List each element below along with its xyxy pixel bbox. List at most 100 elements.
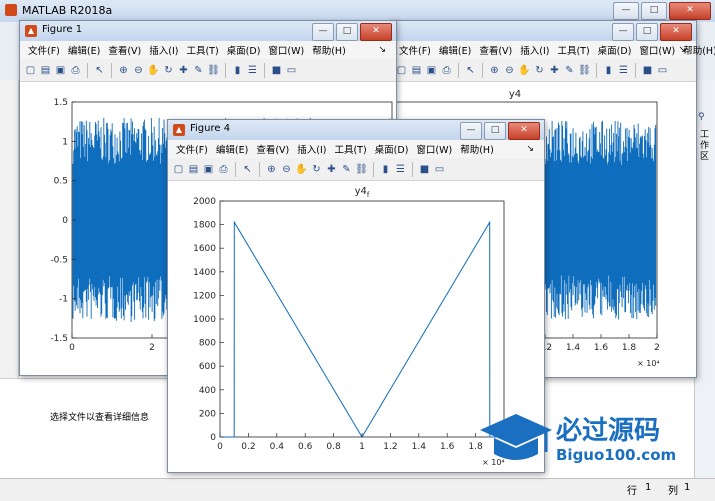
dock-icon[interactable]: ↘ <box>374 43 390 57</box>
open-icon[interactable]: ▤ <box>410 64 423 77</box>
data-cursor-icon[interactable]: ✚ <box>177 64 190 77</box>
menu-item[interactable]: 窗口(W) <box>412 140 456 158</box>
menu-item[interactable]: 桌面(D) <box>371 140 413 158</box>
link-icon[interactable]: ⛓ <box>578 64 591 77</box>
maximize-button[interactable]: □ <box>641 2 667 20</box>
hide-plot-tools-icon[interactable]: ■ <box>270 64 283 77</box>
brush-icon[interactable]: ✎ <box>563 64 576 77</box>
menu-item[interactable]: 桌面(D) <box>223 41 265 59</box>
search-icon[interactable]: ⚲ <box>698 112 712 124</box>
pointer-icon[interactable]: ↖ <box>93 64 106 77</box>
print-icon[interactable]: ⎙ <box>440 64 453 77</box>
menu-item[interactable]: 编辑(E) <box>64 41 104 59</box>
graduation-cap-icon <box>480 414 552 460</box>
minimize-button[interactable]: — <box>460 122 482 140</box>
legend-icon[interactable]: ☰ <box>617 64 630 77</box>
dock-icon[interactable]: ↘ <box>522 142 538 156</box>
brush-icon[interactable]: ✎ <box>192 64 205 77</box>
pointer-icon[interactable]: ↖ <box>241 163 254 176</box>
toolbar-separator <box>373 161 374 177</box>
menu-item[interactable]: 文件(F) <box>395 41 435 59</box>
link-icon[interactable]: ⛓ <box>355 163 368 176</box>
brush-icon[interactable]: ✎ <box>340 163 353 176</box>
zoom-out-icon[interactable]: ⊖ <box>132 64 145 77</box>
x-tick-label: 0.4 <box>270 442 285 452</box>
rotate-icon[interactable]: ↻ <box>533 64 546 77</box>
x-tick-label: 2 <box>654 343 660 353</box>
print-icon[interactable]: ⎙ <box>69 64 82 77</box>
menu-item[interactable]: 文件(F) <box>172 140 212 158</box>
close-button[interactable]: ✕ <box>360 23 392 41</box>
open-icon[interactable]: ▤ <box>39 64 52 77</box>
y-tick-label: 1 <box>62 137 68 147</box>
colorbar-icon[interactable]: ▮ <box>379 163 392 176</box>
workspace-panel[interactable]: ⚲ 工作区 <box>694 80 715 480</box>
print-icon[interactable]: ⎙ <box>217 163 230 176</box>
close-button[interactable]: ✕ <box>660 23 692 41</box>
menu-item[interactable]: 窗口(W) <box>635 41 679 59</box>
maximize-button[interactable]: □ <box>336 23 358 41</box>
menu-item[interactable]: 查看(V) <box>475 41 516 59</box>
menu-item[interactable]: 工具(T) <box>330 140 370 158</box>
figure-1-title: Figure 1 <box>42 24 83 35</box>
open-icon[interactable]: ▤ <box>187 163 200 176</box>
colorbar-icon[interactable]: ▮ <box>231 64 244 77</box>
minimize-button[interactable]: — <box>612 23 634 41</box>
figure-4-titlebar: ▲ Figure 4 — □ ✕ <box>168 120 544 140</box>
save-icon[interactable]: ▣ <box>425 64 438 77</box>
maximize-button[interactable]: □ <box>484 122 506 140</box>
plot-area <box>219 200 505 438</box>
menu-item[interactable]: 编辑(E) <box>212 140 252 158</box>
show-plot-tools-icon[interactable]: ▭ <box>656 64 669 77</box>
menu-item[interactable]: 帮助(H) <box>308 41 350 59</box>
legend-icon[interactable]: ☰ <box>246 64 259 77</box>
menu-item[interactable]: 插入(I) <box>516 41 553 59</box>
save-icon[interactable]: ▣ <box>202 163 215 176</box>
pan-icon[interactable]: ✋ <box>295 163 308 176</box>
zoom-in-icon[interactable]: ⊕ <box>488 64 501 77</box>
pan-icon[interactable]: ✋ <box>147 64 160 77</box>
menu-item[interactable]: 窗口(W) <box>264 41 308 59</box>
data-cursor-icon[interactable]: ✚ <box>325 163 338 176</box>
zoom-out-icon[interactable]: ⊖ <box>503 64 516 77</box>
pointer-icon[interactable]: ↖ <box>464 64 477 77</box>
menu-item[interactable]: 查看(V) <box>104 41 145 59</box>
hide-plot-tools-icon[interactable]: ■ <box>641 64 654 77</box>
maximize-button[interactable]: □ <box>636 23 658 41</box>
x-tick-label: 0 <box>217 442 223 452</box>
dock-icon[interactable]: ↘ <box>674 43 690 57</box>
zoom-in-icon[interactable]: ⊕ <box>265 163 278 176</box>
hide-plot-tools-icon[interactable]: ■ <box>418 163 431 176</box>
zoom-out-icon[interactable]: ⊖ <box>280 163 293 176</box>
menu-item[interactable]: 插入(I) <box>293 140 330 158</box>
menu-item[interactable]: 查看(V) <box>252 140 293 158</box>
figure-4-toolbar: ▢ ▤ ▣ ⎙ ↖ ⊕ ⊖ ✋ ↻ ✚ ✎ ⛓ ▮ ☰ ■ ▭ <box>168 158 544 181</box>
new-icon[interactable]: ▢ <box>24 64 37 77</box>
y-tick-label: 1.5 <box>54 98 68 108</box>
x-tick-label: 1.6 <box>440 442 455 452</box>
rotate-icon[interactable]: ↻ <box>162 64 175 77</box>
minimize-button[interactable]: — <box>312 23 334 41</box>
new-icon[interactable]: ▢ <box>172 163 185 176</box>
zoom-in-icon[interactable]: ⊕ <box>117 64 130 77</box>
minimize-button[interactable]: — <box>613 2 639 20</box>
menu-item[interactable]: 工具(T) <box>553 41 593 59</box>
show-plot-tools-icon[interactable]: ▭ <box>433 163 446 176</box>
show-plot-tools-icon[interactable]: ▭ <box>285 64 298 77</box>
menu-item[interactable]: 帮助(H) <box>456 140 498 158</box>
save-icon[interactable]: ▣ <box>54 64 67 77</box>
menu-item[interactable]: 插入(I) <box>145 41 182 59</box>
link-icon[interactable]: ⛓ <box>207 64 220 77</box>
menu-item[interactable]: 编辑(E) <box>435 41 475 59</box>
close-button[interactable]: ✕ <box>669 2 711 20</box>
rotate-icon[interactable]: ↻ <box>310 163 323 176</box>
colorbar-icon[interactable]: ▮ <box>602 64 615 77</box>
menu-item[interactable]: 工具(T) <box>182 41 222 59</box>
x-tick-label: 1.4 <box>566 343 581 353</box>
pan-icon[interactable]: ✋ <box>518 64 531 77</box>
menu-item[interactable]: 文件(F) <box>24 41 64 59</box>
data-cursor-icon[interactable]: ✚ <box>548 64 561 77</box>
menu-item[interactable]: 桌面(D) <box>594 41 636 59</box>
legend-icon[interactable]: ☰ <box>394 163 407 176</box>
close-button[interactable]: ✕ <box>508 122 540 140</box>
